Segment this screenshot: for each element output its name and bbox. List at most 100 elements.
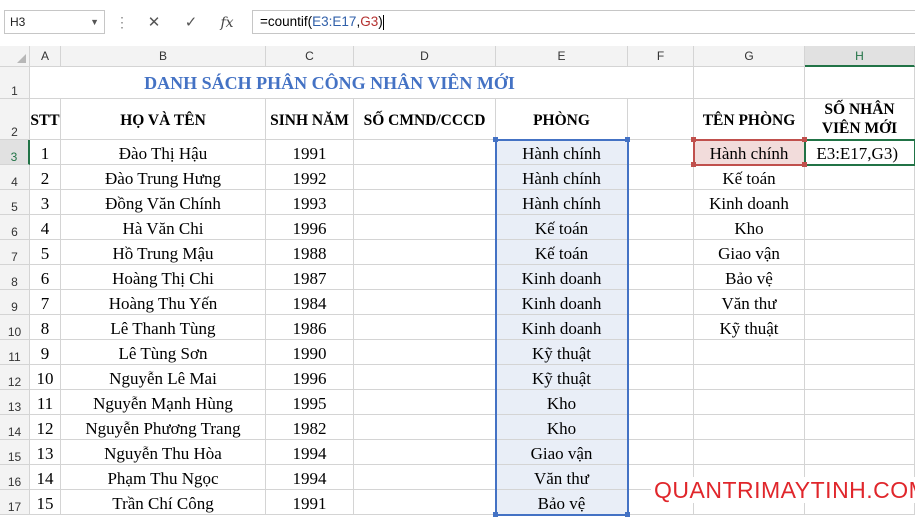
name-header[interactable]: HỌ VÀ TÊN — [61, 99, 266, 140]
name-cell[interactable]: Hoàng Thị Chi — [61, 265, 266, 290]
cell[interactable] — [805, 390, 915, 415]
range-resize-handle[interactable] — [493, 512, 498, 517]
dept-name-cell[interactable]: Hành chính — [694, 140, 805, 165]
column-header-h[interactable]: H — [805, 46, 915, 67]
stt-cell[interactable]: 15 — [30, 490, 61, 515]
stt-cell[interactable]: 8 — [30, 315, 61, 340]
name-cell[interactable]: Nguyễn Phương Trang — [61, 415, 266, 440]
dept-cell[interactable]: Kỹ thuật — [496, 340, 628, 365]
column-header-a[interactable]: A — [30, 46, 61, 67]
range-resize-handle[interactable] — [625, 512, 630, 517]
cell[interactable] — [694, 340, 805, 365]
cell[interactable] — [354, 390, 496, 415]
name-cell[interactable]: Trần Chí Công — [61, 490, 266, 515]
cell[interactable] — [805, 190, 915, 215]
range-resize-handle[interactable] — [802, 137, 807, 142]
count-header[interactable]: SỐ NHÂN VIÊN MỚI — [805, 99, 915, 140]
cell[interactable] — [694, 415, 805, 440]
row-header-7[interactable]: 7 — [0, 240, 30, 265]
cell[interactable] — [628, 365, 694, 390]
row-header-11[interactable]: 11 — [0, 340, 30, 365]
name-cell[interactable]: Đào Thị Hậu — [61, 140, 266, 165]
cell[interactable] — [628, 340, 694, 365]
stt-cell[interactable]: 10 — [30, 365, 61, 390]
row-header-17[interactable]: 17 — [0, 490, 30, 515]
name-cell[interactable]: Nguyễn Mạnh Hùng — [61, 390, 266, 415]
sheet-title[interactable]: DANH SÁCH PHÂN CÔNG NHÂN VIÊN MỚI — [30, 67, 694, 99]
dept-header[interactable]: PHÒNG — [496, 99, 628, 140]
dept-cell[interactable]: Kinh doanh — [496, 315, 628, 340]
cell[interactable] — [354, 290, 496, 315]
row-header-14[interactable]: 14 — [0, 415, 30, 440]
dept-cell[interactable]: Giao vận — [496, 440, 628, 465]
dept-name-cell[interactable]: Kỹ thuật — [694, 315, 805, 340]
cell[interactable] — [805, 315, 915, 340]
cell[interactable] — [354, 165, 496, 190]
year-cell[interactable]: 1988 — [266, 240, 354, 265]
cell[interactable] — [694, 390, 805, 415]
cell[interactable] — [628, 99, 694, 140]
active-cell-h3[interactable]: E3:E17,G3) — [805, 140, 915, 165]
cell[interactable] — [805, 165, 915, 190]
cell[interactable] — [805, 67, 915, 99]
cell[interactable] — [354, 140, 496, 165]
cell[interactable] — [805, 365, 915, 390]
column-header-g[interactable]: G — [694, 46, 805, 67]
cell[interactable] — [694, 440, 805, 465]
row-header-12[interactable]: 12 — [0, 365, 30, 390]
dept-cell[interactable]: Kinh doanh — [496, 290, 628, 315]
cell[interactable] — [628, 265, 694, 290]
stt-cell[interactable]: 2 — [30, 165, 61, 190]
dept-cell[interactable]: Hành chính — [496, 165, 628, 190]
stt-cell[interactable]: 7 — [30, 290, 61, 315]
insert-function-icon[interactable]: fx — [215, 12, 239, 34]
cell[interactable] — [354, 265, 496, 290]
column-header-b[interactable]: B — [61, 46, 266, 67]
cell[interactable] — [628, 440, 694, 465]
cell[interactable] — [354, 440, 496, 465]
year-cell[interactable]: 1996 — [266, 215, 354, 240]
year-cell[interactable]: 1994 — [266, 465, 354, 490]
stt-cell[interactable]: 5 — [30, 240, 61, 265]
column-header-e[interactable]: E — [496, 46, 628, 67]
cell[interactable] — [628, 165, 694, 190]
dept-cell[interactable]: Hành chính — [496, 140, 628, 165]
row-header-2[interactable]: 2 — [0, 99, 30, 140]
year-cell[interactable]: 1990 — [266, 340, 354, 365]
name-cell[interactable]: Phạm Thu Ngọc — [61, 465, 266, 490]
dept-name-cell[interactable]: Bảo vệ — [694, 265, 805, 290]
cell[interactable] — [354, 215, 496, 240]
stt-cell[interactable]: 6 — [30, 265, 61, 290]
dept-cell[interactable]: Kế toán — [496, 215, 628, 240]
dept-cell[interactable]: Kho — [496, 415, 628, 440]
name-box[interactable]: H3 ▼ — [4, 10, 105, 34]
cell[interactable] — [805, 215, 915, 240]
name-cell[interactable]: Hoàng Thu Yến — [61, 290, 266, 315]
name-cell[interactable]: Đào Trung Hưng — [61, 165, 266, 190]
cell[interactable] — [354, 415, 496, 440]
year-cell[interactable]: 1996 — [266, 365, 354, 390]
cell[interactable] — [628, 415, 694, 440]
row-header-6[interactable]: 6 — [0, 215, 30, 240]
cell[interactable] — [805, 340, 915, 365]
stt-cell[interactable]: 12 — [30, 415, 61, 440]
range-resize-handle[interactable] — [625, 137, 630, 142]
name-cell[interactable]: Hồ Trung Mậu — [61, 240, 266, 265]
cell[interactable] — [354, 490, 496, 515]
stt-cell[interactable]: 14 — [30, 465, 61, 490]
year-cell[interactable]: 1995 — [266, 390, 354, 415]
row-header-10[interactable]: 10 — [0, 315, 30, 340]
id-header[interactable]: SỐ CMND/CCCD — [354, 99, 496, 140]
name-cell[interactable]: Hà Văn Chi — [61, 215, 266, 240]
enter-icon[interactable]: ✓ — [179, 12, 203, 34]
cell[interactable] — [805, 265, 915, 290]
row-header-13[interactable]: 13 — [0, 390, 30, 415]
column-header-c[interactable]: C — [266, 46, 354, 67]
dept-name-cell[interactable]: Kho — [694, 215, 805, 240]
column-header-d[interactable]: D — [354, 46, 496, 67]
cell[interactable] — [628, 190, 694, 215]
cell[interactable] — [628, 215, 694, 240]
dept-cell[interactable]: Kỹ thuật — [496, 365, 628, 390]
year-cell[interactable]: 1993 — [266, 190, 354, 215]
stt-cell[interactable]: 4 — [30, 215, 61, 240]
